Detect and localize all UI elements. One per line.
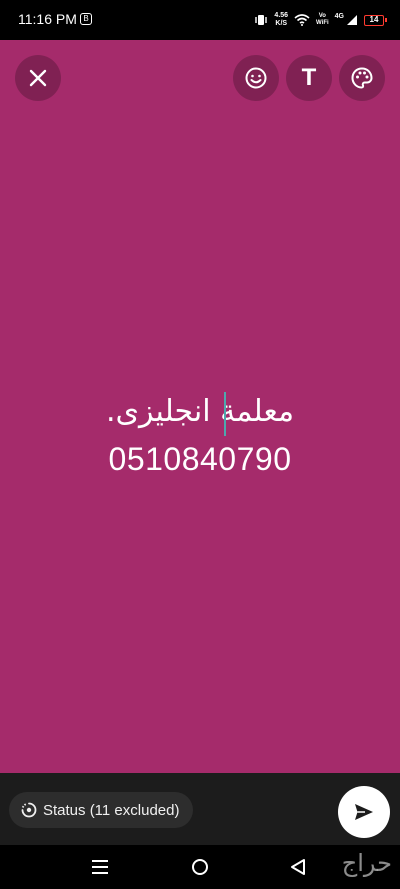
send-button[interactable] bbox=[338, 786, 390, 838]
notification-app-icon: B bbox=[80, 13, 92, 25]
navigation-bar: حراج bbox=[0, 845, 400, 889]
status-indicators: 4.56 K/S Vo WiFi 4G 14 bbox=[254, 10, 387, 30]
status-bar: 11:16 PM B 4.56 K/S Vo WiFi 4G 14 bbox=[0, 0, 400, 40]
close-button[interactable] bbox=[15, 55, 61, 101]
status-text-line-1[interactable]: معلمة انجليزى. bbox=[0, 388, 400, 436]
status-ring-icon bbox=[21, 802, 37, 818]
status-time: 11:16 PM bbox=[18, 11, 77, 27]
recent-apps-button[interactable] bbox=[88, 855, 112, 879]
close-icon bbox=[29, 69, 47, 87]
home-button[interactable] bbox=[188, 855, 212, 879]
palette-icon bbox=[351, 67, 373, 89]
emoji-button[interactable] bbox=[233, 55, 279, 101]
network-speed: 4.56 K/S bbox=[274, 12, 289, 27]
back-icon bbox=[291, 859, 305, 875]
text-tool-button[interactable]: T bbox=[286, 55, 332, 101]
menu-icon bbox=[92, 860, 108, 874]
emoji-icon bbox=[245, 67, 267, 89]
send-icon bbox=[355, 804, 373, 820]
status-text-editor[interactable]: معلمة انجليزى. 0510840790 bbox=[0, 388, 400, 482]
haraj-watermark: حراج bbox=[341, 849, 392, 877]
text-cursor bbox=[224, 392, 226, 436]
status-audience-button[interactable]: Status (11 excluded) bbox=[9, 792, 194, 828]
text-tool-icon: T bbox=[301, 64, 317, 91]
vowifi-indicator: Vo WiFi bbox=[316, 13, 329, 26]
palette-button[interactable] bbox=[339, 55, 385, 101]
vibrate-icon bbox=[255, 15, 268, 25]
battery-icon: 14 bbox=[364, 14, 387, 26]
status-audience-label: Status (11 excluded) bbox=[43, 801, 180, 819]
signal-icon bbox=[347, 15, 357, 25]
wifi-icon bbox=[294, 14, 310, 26]
composer-bar: Status (11 excluded) bbox=[0, 773, 400, 845]
back-button[interactable] bbox=[286, 855, 310, 879]
status-text-line-2[interactable]: 0510840790 bbox=[0, 436, 400, 482]
network-type: 4G bbox=[334, 12, 344, 20]
home-icon bbox=[192, 859, 208, 875]
